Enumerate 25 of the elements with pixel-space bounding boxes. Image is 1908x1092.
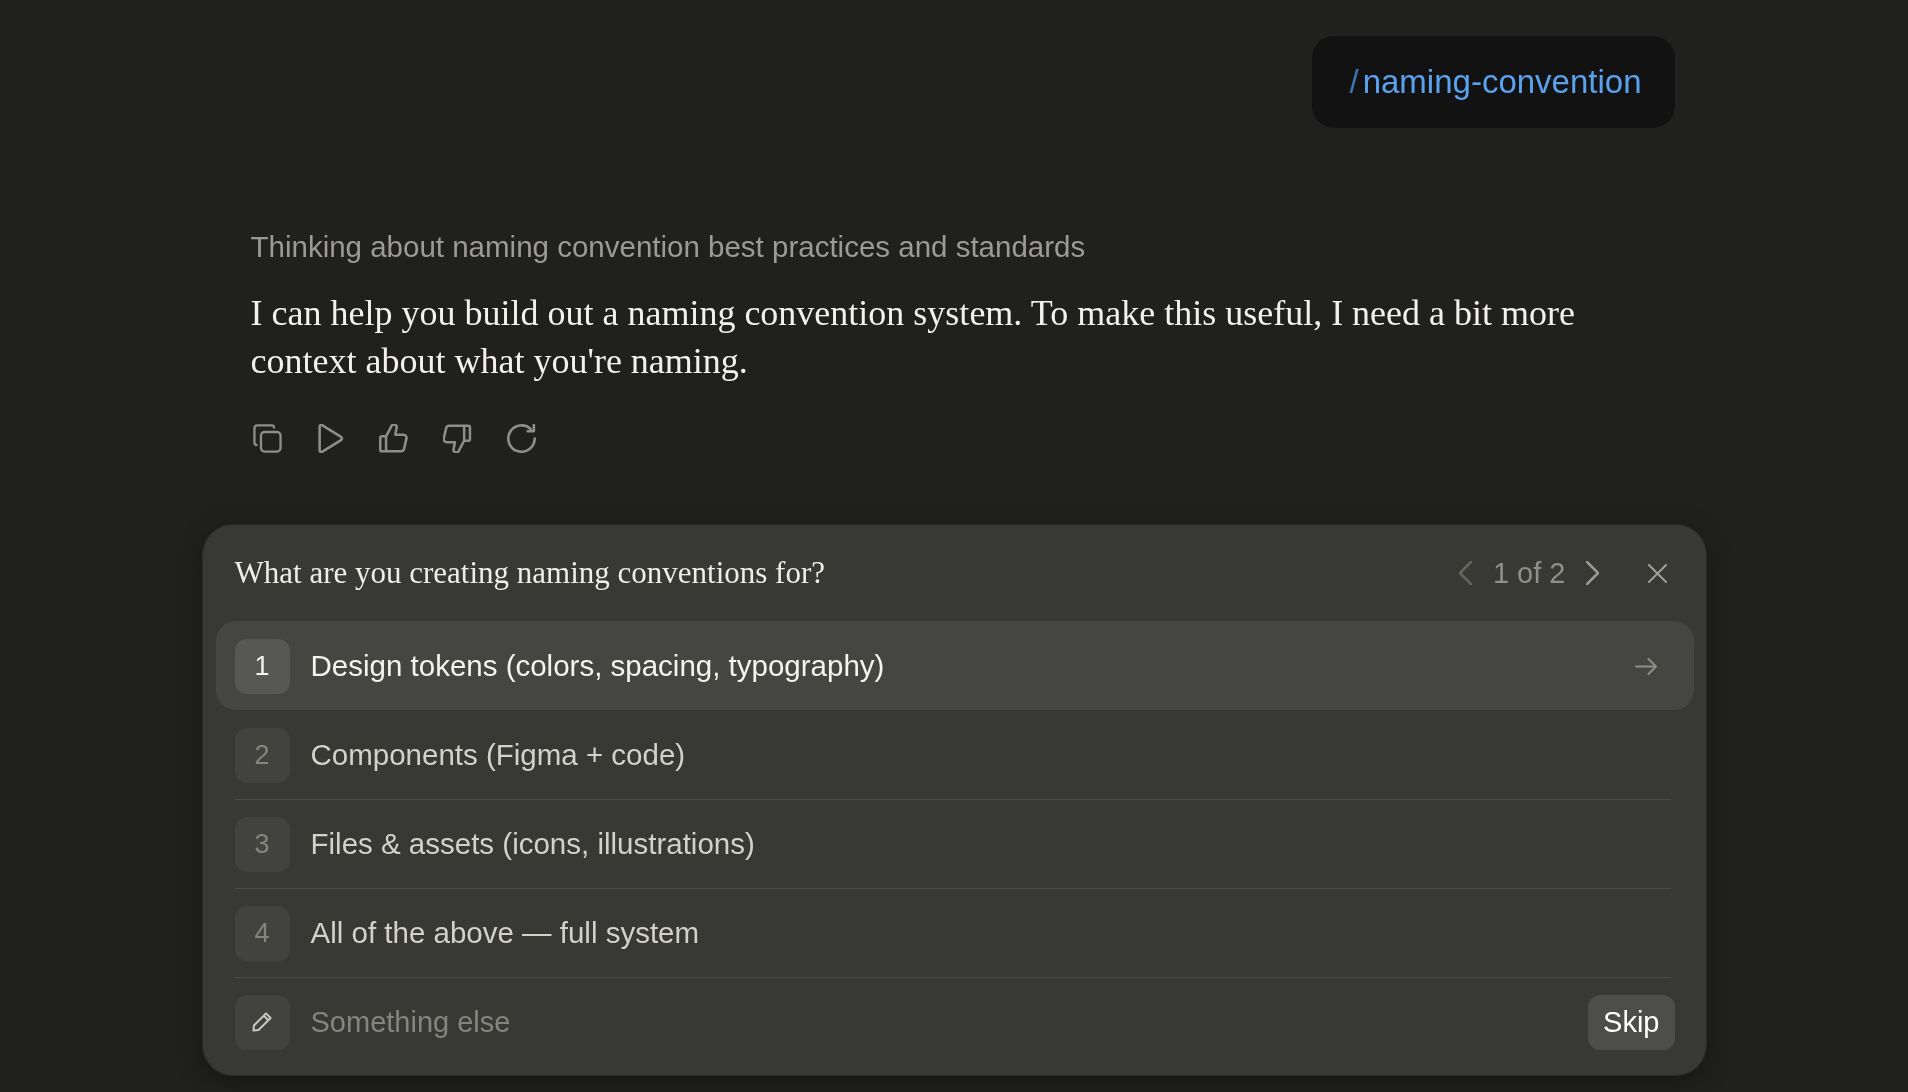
- copy-icon[interactable]: [252, 424, 282, 453]
- option-number: 1: [234, 638, 290, 694]
- retry-icon[interactable]: [506, 424, 536, 453]
- thinking-summary[interactable]: Thinking about naming convention best practices and standards: [250, 229, 1086, 265]
- option-number: 4: [234, 905, 290, 961]
- option-number: 2: [234, 727, 290, 783]
- answer-option[interactable]: 4 All of the above — full system: [215, 888, 1694, 977]
- play-icon[interactable]: [316, 424, 344, 453]
- arrow-right-icon: [1634, 657, 1657, 675]
- command-slash: /: [1349, 63, 1359, 101]
- reply-text: I can help you build out a naming convention system. To make this useful, I need a bit more context about what you're naming.: [250, 292, 1577, 383]
- skip-button[interactable]: Skip: [1588, 994, 1675, 1050]
- answer-input[interactable]: Something else: [310, 1001, 1568, 1043]
- answer-option[interactable]: 3 Files & assets (icons, illustrations): [215, 799, 1694, 888]
- pencil-icon: [234, 994, 290, 1050]
- close-icon[interactable]: [1647, 563, 1667, 583]
- page-counter: 1 of 2: [1492, 556, 1566, 590]
- answer-option[interactable]: 2 Components (Figma + code): [215, 710, 1694, 799]
- command-name: naming-convention: [1362, 63, 1642, 101]
- answer-option[interactable]: 1 Design tokens (colors, spacing, typography): [215, 621, 1694, 710]
- option-number: 3: [234, 816, 290, 872]
- chevron-right-icon[interactable]: [1585, 561, 1599, 585]
- question-text: What are you creating naming conventions for?: [234, 555, 826, 591]
- thumbs-up-icon[interactable]: [378, 424, 408, 453]
- thumbs-down-icon[interactable]: [442, 424, 472, 453]
